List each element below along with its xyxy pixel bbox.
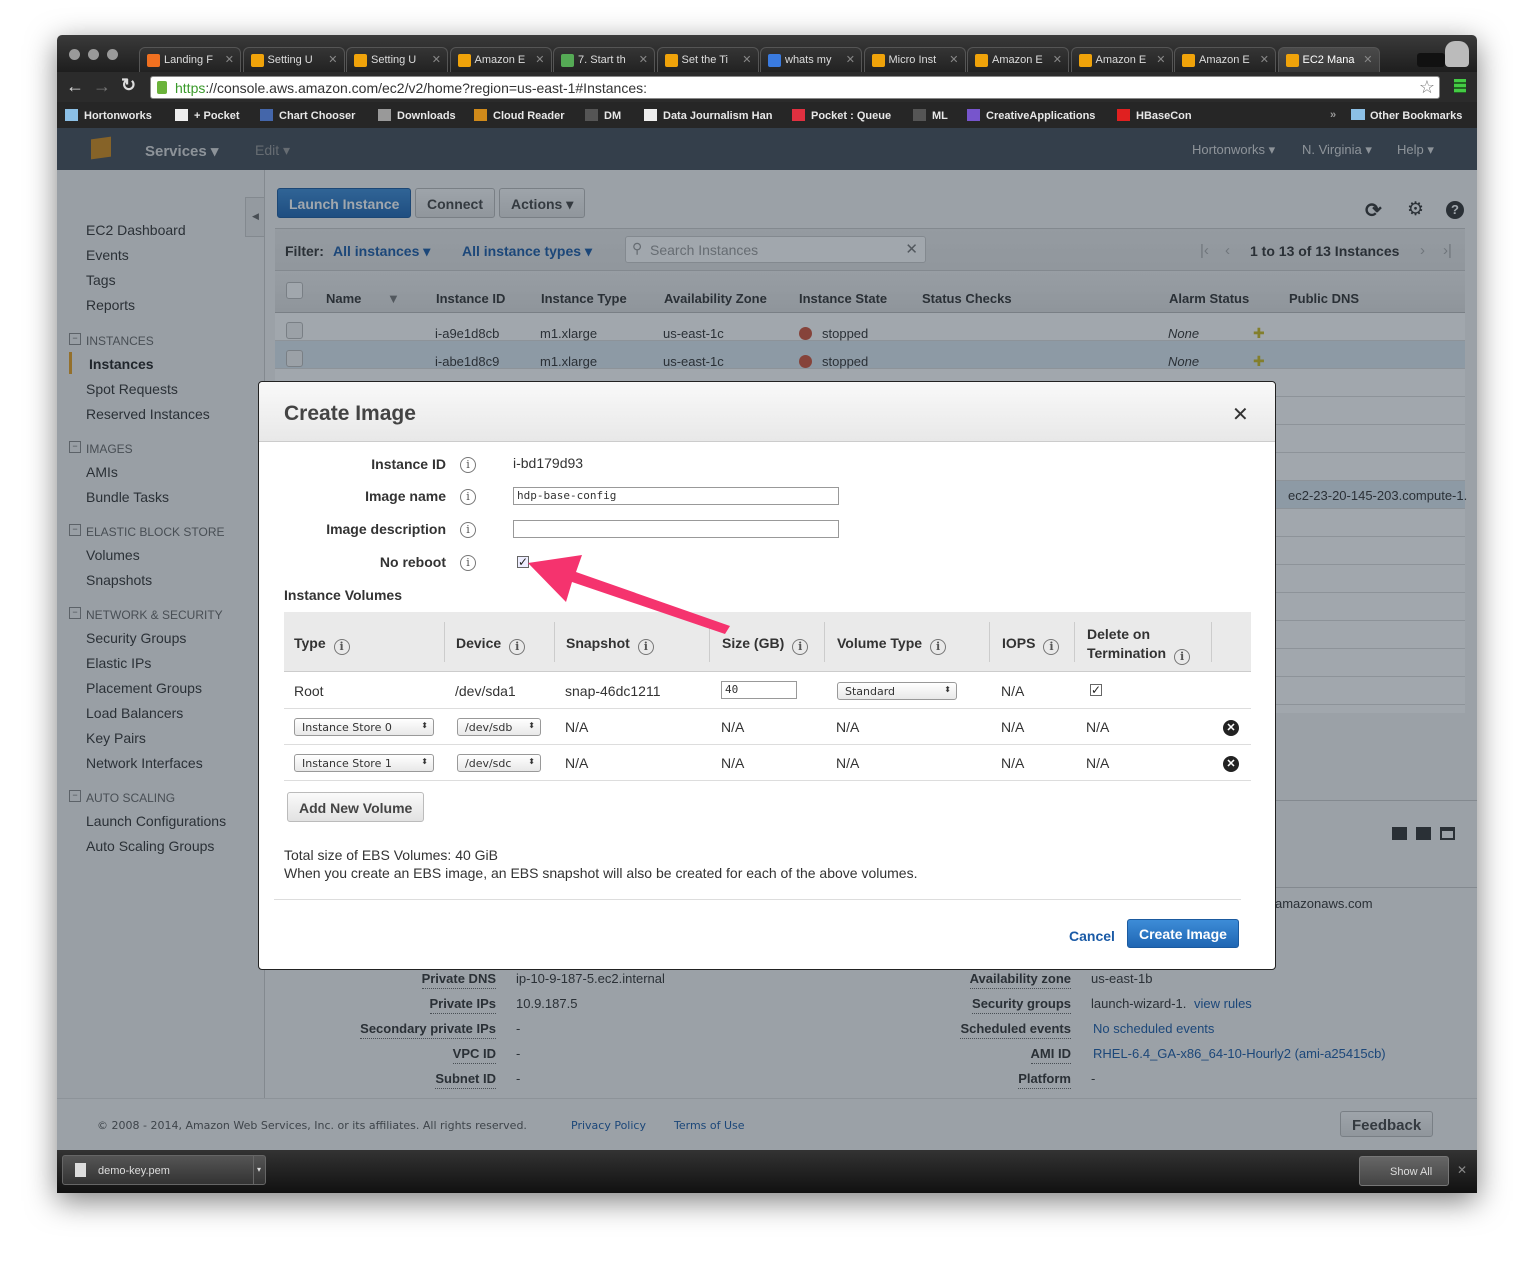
pink-arrow [528,555,730,634]
annotation-arrow [528,555,730,634]
